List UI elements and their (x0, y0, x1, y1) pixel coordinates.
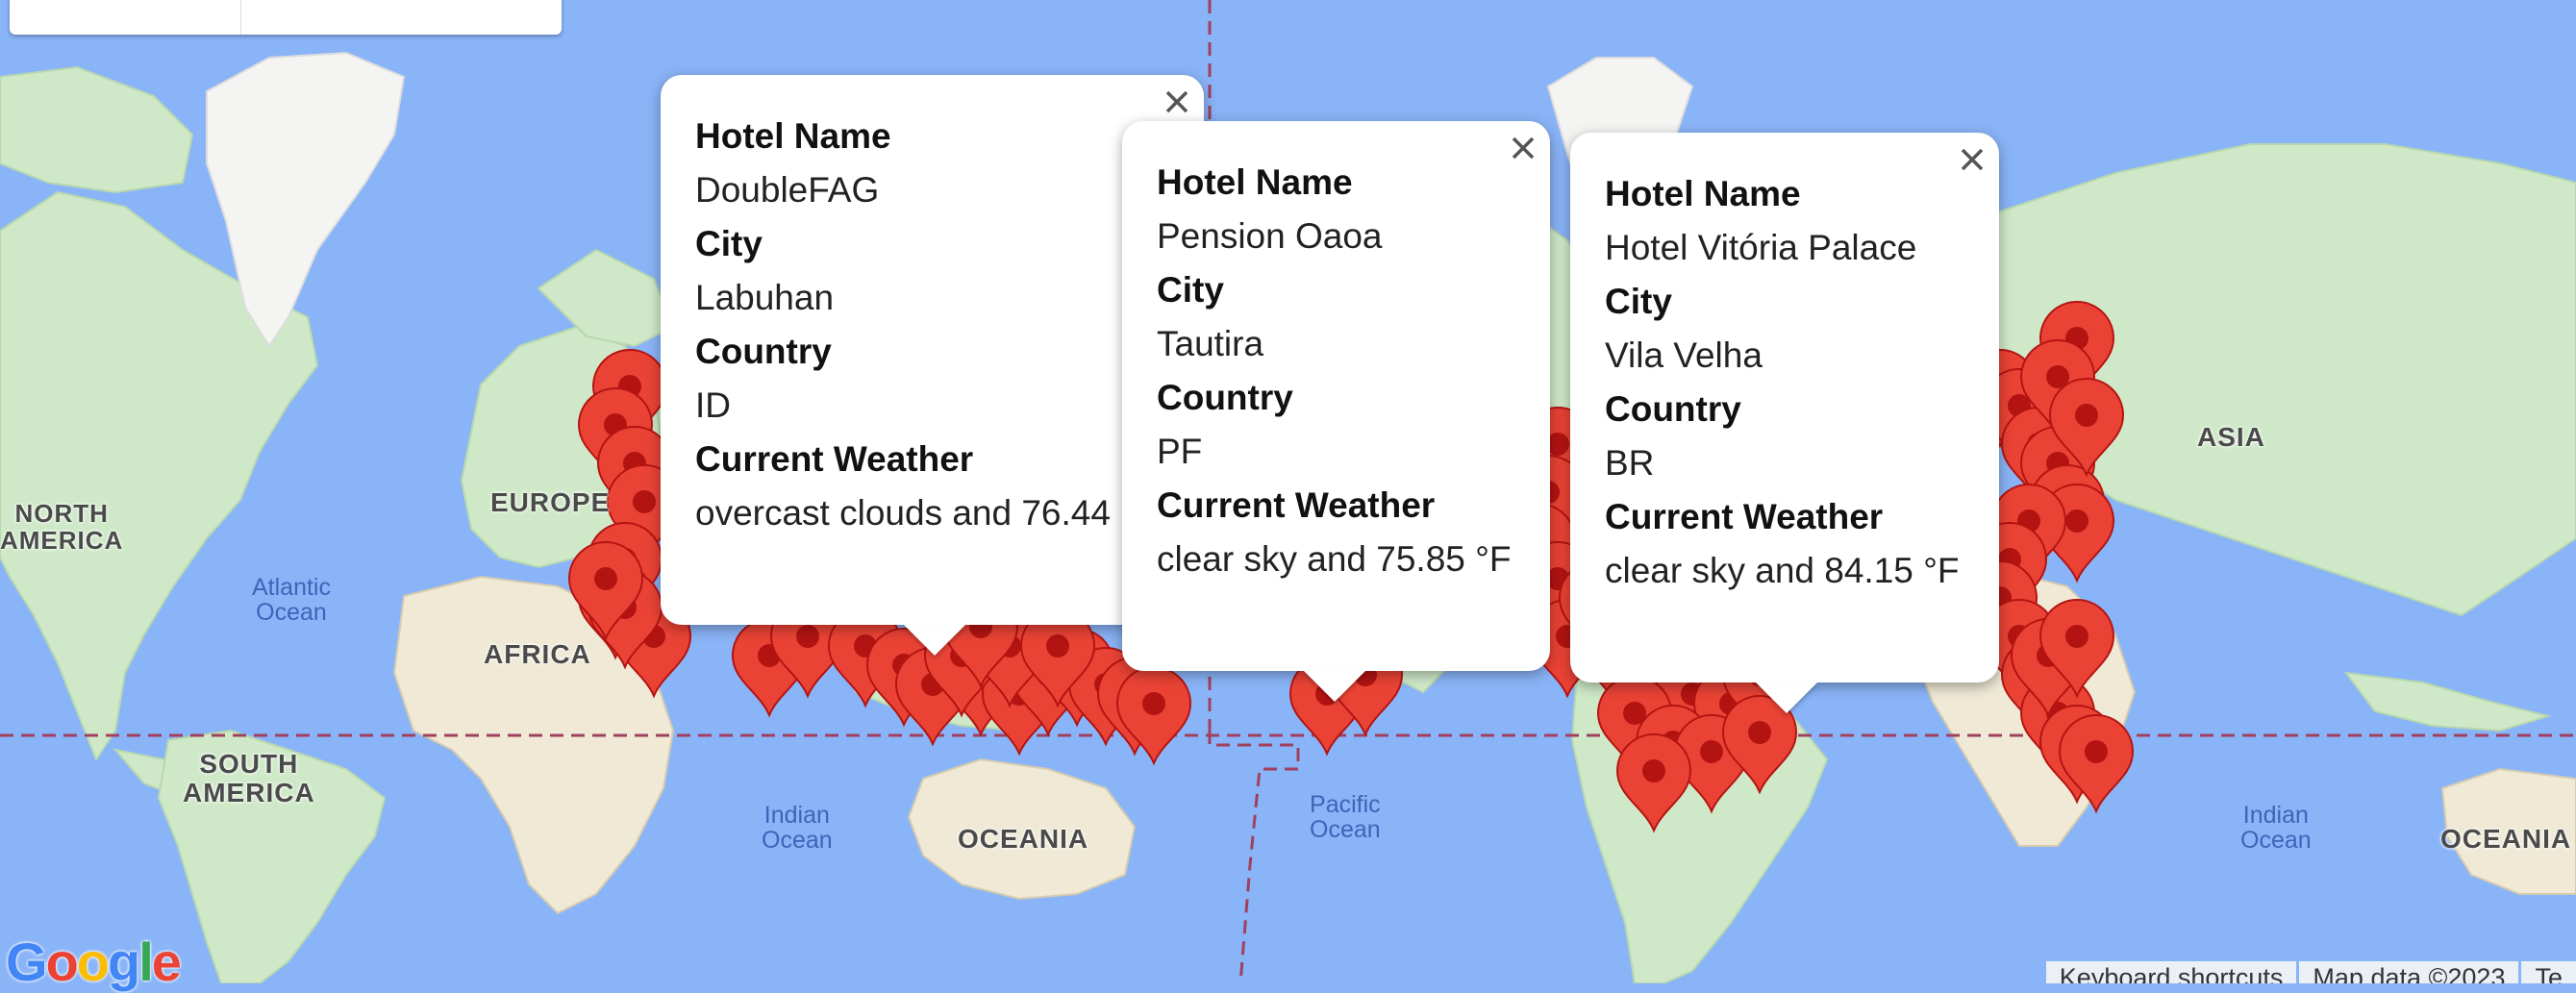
info-window-tail (1304, 671, 1365, 702)
region-label-europe: EUROPE (490, 487, 611, 517)
hotel-name-label: Hotel Name (1605, 174, 1801, 213)
close-icon[interactable] (1504, 129, 1542, 167)
map-marker-dot (2065, 509, 2088, 533)
weather-value: clear sky and 75.85 °F (1157, 539, 1512, 579)
region-label-oceania-left: OCEANIA (958, 824, 1089, 854)
map-marker-dot (1748, 721, 1771, 744)
map-marker-dot (2075, 404, 2098, 427)
ocean-label-indian-right: Indian Ocean (2240, 802, 2312, 855)
hotel-name-label: Hotel Name (695, 116, 891, 156)
map-marker-dot (1142, 692, 1165, 715)
map-marker-dot (1046, 634, 1069, 658)
close-icon[interactable] (1158, 83, 1196, 121)
country-value: ID (695, 385, 731, 425)
city-label: City (1157, 270, 1224, 310)
ocean-label-atlantic: Atlantic Ocean (252, 574, 331, 627)
map-marker-dot (1700, 740, 1723, 763)
info-window-tail (1756, 683, 1817, 713)
map-type-button[interactable] (10, 0, 241, 35)
map-marker-dot (1642, 759, 1665, 782)
region-label-south-america: SOUTH AMERICA (183, 749, 315, 808)
weather-label: Current Weather (1605, 497, 1884, 536)
hotel-name-value: Hotel Vitória Palace (1605, 228, 1917, 267)
region-label-oceania-right: OCEANIA (2440, 824, 2572, 854)
region-label-africa: AFRICA (484, 639, 591, 669)
hotel-name-value: DoubleFAG (695, 170, 880, 210)
weather-value: clear sky and 84.15 °F (1605, 551, 1960, 590)
map-type-control[interactable] (10, 0, 562, 35)
ocean-label-pacific: Pacific Ocean (1310, 791, 1381, 844)
weather-label: Current Weather (1157, 485, 1436, 525)
region-label-asia: ASIA (2197, 422, 2265, 452)
satellite-type-button[interactable] (241, 0, 562, 35)
hotel-name-value: Pension Oaoa (1157, 216, 1383, 256)
terms-link[interactable]: Te (2521, 961, 2576, 983)
weather-label: Current Weather (695, 439, 974, 479)
country-label: Country (695, 332, 832, 371)
info-window-vila-velha: Hotel Name Hotel Vitória Palace City Vil… (1570, 133, 1999, 683)
city-label: City (1605, 282, 1672, 321)
country-value: PF (1157, 432, 1203, 471)
map-marker-dot (633, 490, 656, 513)
city-value: Vila Velha (1605, 335, 1763, 375)
map-marker-dot (2065, 625, 2088, 648)
region-label-north-america: NORTH AMERICA (0, 499, 124, 556)
map-attribution: Keyboard shortcuts Map data ©2023 Te (2043, 961, 2576, 983)
weather-value: overcast clouds and 76.44 °F (695, 493, 1157, 533)
map-marker-dot (796, 625, 819, 648)
map-marker-dot (594, 567, 617, 590)
country-value: BR (1605, 443, 1655, 483)
google-logo[interactable]: Google (6, 931, 182, 993)
city-value: Labuhan (695, 278, 835, 317)
map-data-text: Map data ©2023 (2299, 961, 2519, 983)
info-window-tail (904, 625, 965, 656)
keyboard-shortcuts-link[interactable]: Keyboard shortcuts (2045, 961, 2297, 983)
city-label: City (695, 224, 763, 263)
close-icon[interactable] (1953, 140, 1991, 179)
city-value: Tautira (1157, 324, 1264, 363)
hotel-name-label: Hotel Name (1157, 162, 1353, 202)
country-label: Country (1605, 389, 1741, 429)
info-window-tautira: Hotel Name Pension Oaoa City Tautira Cou… (1122, 121, 1550, 671)
map-marker-dot (2085, 740, 2108, 763)
ocean-label-indian-left: Indian Ocean (762, 802, 833, 855)
country-label: Country (1157, 378, 1293, 417)
